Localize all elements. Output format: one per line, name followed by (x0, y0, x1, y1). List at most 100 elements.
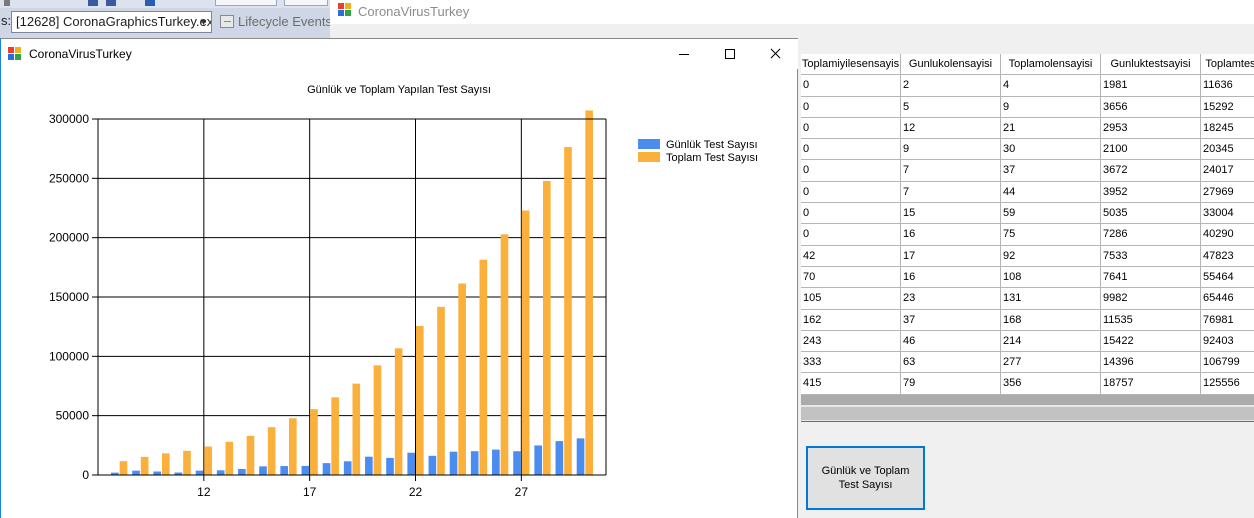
config-combo[interactable] (215, 0, 277, 6)
table-cell[interactable]: 7641 (1101, 266, 1201, 289)
table-cell[interactable]: 162 (801, 309, 901, 331)
table-cell[interactable]: 0 (801, 160, 901, 182)
undo-icon[interactable] (4, 0, 10, 6)
table-cell[interactable]: 7 (901, 181, 1001, 204)
table-cell[interactable]: 75 (1001, 224, 1101, 246)
table-cell[interactable]: 18757 (1101, 373, 1201, 395)
table-cell[interactable]: 30 (1001, 139, 1101, 161)
table-cell[interactable]: 47823 (1201, 245, 1254, 267)
table-cell[interactable]: 131 (1001, 288, 1101, 310)
table-row[interactable]: 105 23 131 9982 65446 (801, 288, 1254, 310)
redo-icon[interactable] (145, 0, 155, 6)
table-cell[interactable]: 0 (801, 117, 901, 140)
table-cell[interactable]: 0 (801, 181, 901, 204)
table-cell[interactable]: 55464 (1201, 266, 1254, 289)
chart-form-titlebar[interactable]: CoronaVirusTurkey (1, 39, 798, 69)
column-header[interactable]: Toplamolensayisi (1001, 54, 1101, 76)
table-row[interactable]: 0 16 75 7286 40290 (801, 224, 1254, 246)
table-cell[interactable]: 37 (901, 309, 1001, 331)
table-cell[interactable]: 0 (801, 203, 901, 225)
table-cell[interactable]: 4 (1001, 75, 1101, 97)
table-cell[interactable]: 37 (1001, 160, 1101, 182)
close-button[interactable] (752, 39, 798, 69)
table-cell[interactable]: 7533 (1101, 245, 1201, 267)
table-cell[interactable]: 40290 (1201, 224, 1254, 246)
table-cell[interactable]: 92 (1001, 245, 1101, 267)
table-cell[interactable]: 3672 (1101, 160, 1201, 182)
table-row[interactable]: 70 16 108 7641 55464 (801, 266, 1254, 289)
table-row[interactable]: 243 46 214 15422 92403 (801, 330, 1254, 353)
horizontal-scrollbar[interactable] (801, 405, 1254, 422)
table-cell[interactable]: 9982 (1101, 288, 1201, 310)
table-cell[interactable]: 415 (801, 373, 901, 395)
show-chart-button[interactable]: Günlük ve Toplam Test Sayısı (806, 446, 925, 510)
table-cell[interactable]: 59 (1001, 203, 1101, 225)
table-cell[interactable]: 15292 (1201, 96, 1254, 118)
table-cell[interactable]: 92403 (1201, 330, 1254, 353)
table-row[interactable]: 415 79 356 18757 125556 (801, 373, 1254, 395)
column-header[interactable]: Gunlukolensayisi (901, 54, 1001, 76)
maximize-button[interactable] (707, 39, 753, 69)
table-row[interactable]: 0 9 30 2100 20345 (801, 139, 1254, 161)
table-cell[interactable]: 356 (1001, 373, 1101, 395)
table-cell[interactable]: 5 (901, 96, 1001, 118)
table-cell[interactable]: 21 (1001, 117, 1101, 140)
table-cell[interactable]: 3656 (1101, 96, 1201, 118)
table-row[interactable]: 0 7 37 3672 24017 (801, 160, 1254, 182)
table-cell[interactable]: 44 (1001, 181, 1101, 204)
table-cell[interactable]: 76981 (1201, 309, 1254, 331)
table-cell[interactable]: 20345 (1201, 139, 1254, 161)
save-all-icon[interactable] (106, 0, 116, 6)
table-cell[interactable]: 277 (1001, 352, 1101, 374)
table-row[interactable]: 162 37 168 11535 76981 (801, 309, 1254, 331)
table-cell[interactable]: 2100 (1101, 139, 1201, 161)
table-row[interactable]: 42 17 92 7533 47823 (801, 245, 1254, 267)
table-row[interactable]: 0 2 4 1981 11636 (801, 75, 1254, 97)
table-cell[interactable]: 42 (801, 245, 901, 267)
table-cell[interactable]: 16 (901, 224, 1001, 246)
table-cell[interactable]: 168 (1001, 309, 1101, 331)
table-cell[interactable]: 7 (901, 160, 1001, 182)
table-cell[interactable]: 79 (901, 373, 1001, 395)
table-cell[interactable]: 46 (901, 330, 1001, 353)
minimize-button[interactable] (661, 39, 707, 69)
table-cell[interactable]: 33004 (1201, 203, 1254, 225)
table-cell[interactable]: 1981 (1101, 75, 1201, 97)
chevron-down-icon[interactable]: ▼ (199, 12, 208, 32)
lifecycle-events-button[interactable]: Lifecycle Events (218, 12, 332, 32)
table-cell[interactable]: 0 (801, 224, 901, 246)
table-row[interactable]: 0 15 59 5035 33004 (801, 203, 1254, 225)
table-row[interactable]: 333 63 277 14396 106799 (801, 352, 1254, 374)
table-row[interactable]: 0 5 9 3656 15292 (801, 96, 1254, 118)
table-cell[interactable]: 0 (801, 139, 901, 161)
column-header[interactable]: Toplamtes (1201, 54, 1254, 76)
table-cell[interactable]: 105 (801, 288, 901, 310)
table-cell[interactable]: 108 (1001, 266, 1101, 289)
table-cell[interactable]: 2953 (1101, 117, 1201, 140)
table-cell[interactable]: 70 (801, 266, 901, 289)
table-cell[interactable]: 11535 (1101, 309, 1201, 331)
table-row[interactable]: 0 7 44 3952 27969 (801, 181, 1254, 204)
save-icon[interactable] (88, 0, 98, 6)
table-cell[interactable]: 14396 (1101, 352, 1201, 374)
table-cell[interactable]: 0 (801, 75, 901, 97)
table-cell[interactable]: 9 (1001, 96, 1101, 118)
table-cell[interactable]: 24017 (1201, 160, 1254, 182)
table-cell[interactable]: 0 (801, 96, 901, 118)
column-header[interactable]: Gunluktestsayisi (1101, 54, 1201, 76)
table-cell[interactable]: 11636 (1201, 75, 1254, 97)
table-cell[interactable]: 106799 (1201, 352, 1254, 374)
table-cell[interactable]: 65446 (1201, 288, 1254, 310)
data-grid[interactable]: Toplamiyilesensayis Gunlukolensayisi Top… (801, 54, 1254, 422)
table-cell[interactable]: 12 (901, 117, 1001, 140)
table-cell[interactable]: 17 (901, 245, 1001, 267)
table-cell[interactable]: 2 (901, 75, 1001, 97)
table-cell[interactable]: 18245 (1201, 117, 1254, 140)
table-cell[interactable]: 3952 (1101, 181, 1201, 204)
main-form-titlebar[interactable]: CoronaVirusTurkey (330, 0, 1254, 24)
table-cell[interactable]: 9 (901, 139, 1001, 161)
process-combo[interactable]: [12628] CoronaGraphicsTurkey.exe ▼ (11, 11, 212, 33)
table-cell[interactable]: 243 (801, 330, 901, 353)
table-cell[interactable]: 7286 (1101, 224, 1201, 246)
platform-combo[interactable] (284, 0, 328, 6)
